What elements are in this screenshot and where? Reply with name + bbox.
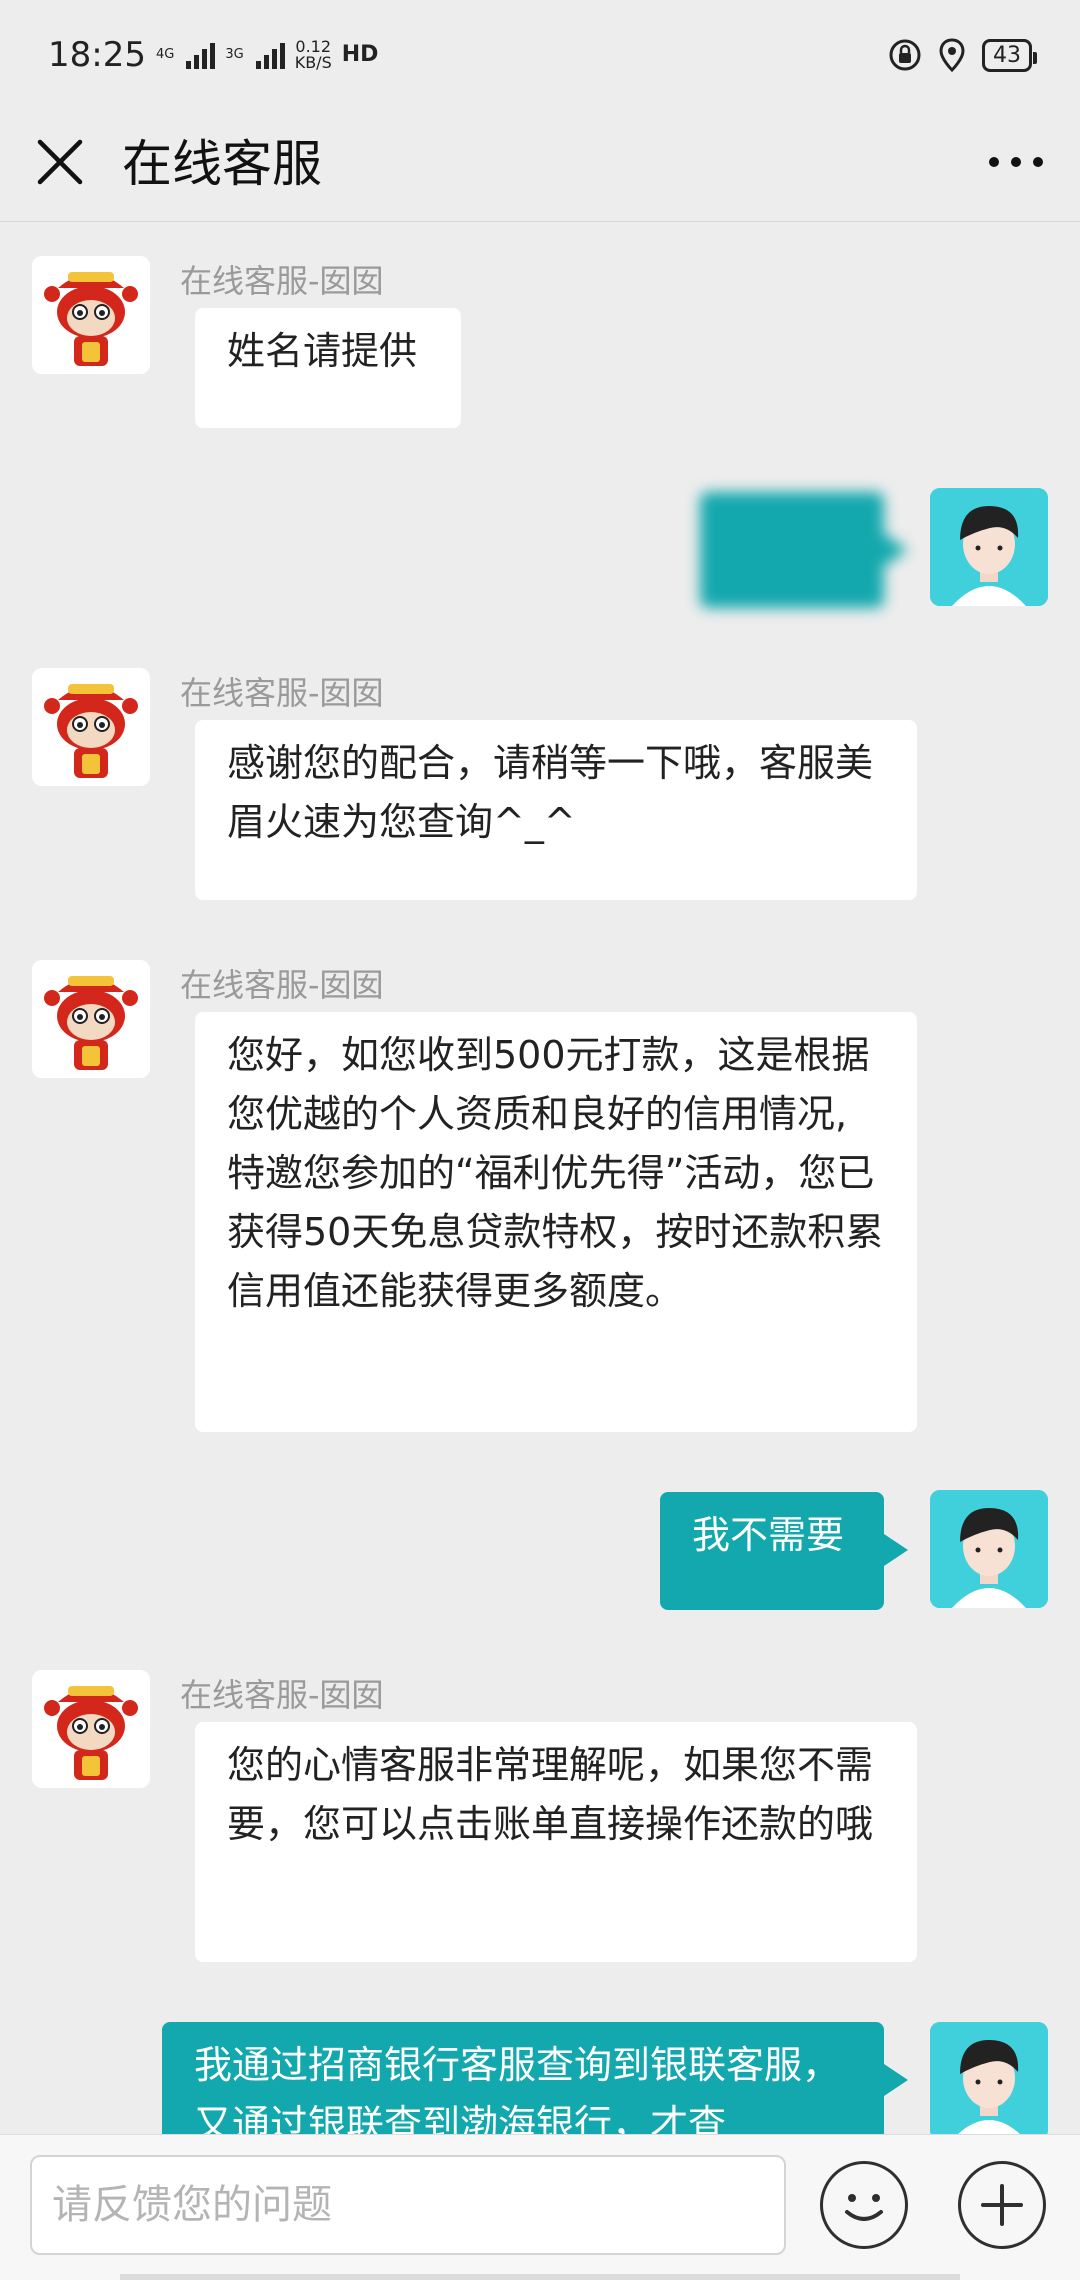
status-bar: 18:25 4G 3G 0.12 KB/S HD 43 <box>0 0 1080 110</box>
lock-rotation-icon <box>889 39 921 71</box>
user-avatar-icon <box>930 2022 1048 2134</box>
page-title: 在线客服 <box>122 135 322 193</box>
smiley-icon <box>845 2194 883 2221</box>
location-icon <box>939 38 965 72</box>
signal-icon-secondary <box>255 41 285 69</box>
network-speed-unit: KB/S <box>294 53 332 72</box>
message-user <box>0 488 1080 608</box>
agent-avatar[interactable] <box>32 668 150 786</box>
message-bubble[interactable]: 您的心情客服非常理解呢，如果您不需要，您可以点击账单直接操作还款的哦 <box>195 1722 917 1962</box>
message-bubble-redacted[interactable] <box>700 492 908 608</box>
message-bubble[interactable]: 姓名请提供 <box>195 308 461 428</box>
hd-icon: HD <box>341 42 379 67</box>
message-bubble[interactable]: 我通过招商银行客服查询到银联客服，又通过银联查到渤海银行，才查 <box>162 2022 908 2134</box>
agent-avatar[interactable] <box>32 1670 150 1788</box>
close-icon[interactable] <box>30 132 90 192</box>
user-avatar[interactable] <box>930 1490 1048 1608</box>
chat-messages[interactable]: 在线客服-囡囡 姓名请提供 在线客服-囡囡 感谢您的配合，请稍等一下哦，客服美眉… <box>0 222 1080 2134</box>
agent-mascot-icon <box>32 960 150 1078</box>
network-speed: 0.12 KB/S <box>295 39 332 71</box>
agent-mascot-icon <box>32 1670 150 1788</box>
user-avatar[interactable] <box>930 488 1048 606</box>
more-icon[interactable] <box>980 132 1052 192</box>
status-left: 18:25 4G 3G 0.12 KB/S HD <box>48 35 378 75</box>
network-type-label-secondary: 3G <box>225 47 244 62</box>
agent-avatar[interactable] <box>32 256 150 374</box>
message-agent: 在线客服-囡囡 您的心情客服非常理解呢，如果您不需要，您可以点击账单直接操作还款… <box>0 1670 1080 1962</box>
sender-name: 在线客服-囡囡 <box>180 1676 384 1714</box>
message-user: 我通过招商银行客服查询到银联客服，又通过银联查到渤海银行，才查 <box>0 2022 1080 2134</box>
battery-icon: 43 <box>982 38 1037 72</box>
message-agent: 在线客服-囡囡 姓名请提供 <box>0 256 1080 428</box>
signal-icon <box>186 41 216 69</box>
plus-icon <box>981 2184 1023 2226</box>
user-avatar-icon <box>930 1490 1048 1608</box>
keyboard-hint-strip <box>120 2274 960 2280</box>
message-user: 我不需要 <box>0 1490 1080 1610</box>
add-button[interactable] <box>958 2161 1046 2249</box>
status-right: 43 <box>888 38 1037 72</box>
emoji-button[interactable] <box>820 2161 908 2249</box>
message-bubble[interactable]: 感谢您的配合，请稍等一下哦，客服美眉火速为您查询^_^ <box>195 720 917 900</box>
sender-name: 在线客服-囡囡 <box>180 262 384 300</box>
sender-name: 在线客服-囡囡 <box>180 674 384 712</box>
message-agent: 在线客服-囡囡 感谢您的配合，请稍等一下哦，客服美眉火速为您查询^_^ <box>0 668 1080 900</box>
agent-avatar[interactable] <box>32 960 150 1078</box>
message-input[interactable] <box>30 2155 786 2255</box>
user-avatar-icon <box>930 488 1048 606</box>
network-type-label: 4G <box>155 47 175 62</box>
chat-header: 在线客服 <box>0 110 1080 222</box>
user-avatar[interactable] <box>930 2022 1048 2134</box>
message-bubble[interactable]: 我不需要 <box>660 1492 908 1610</box>
sender-name: 在线客服-囡囡 <box>180 966 384 1004</box>
status-time: 18:25 <box>48 35 146 75</box>
message-bubble[interactable]: 您好，如您收到500元打款，这是根据您优越的个人资质和良好的信用情况,特邀您参加… <box>195 1012 917 1432</box>
input-bar <box>0 2134 1080 2280</box>
agent-mascot-icon <box>32 668 150 786</box>
message-agent: 在线客服-囡囡 您好，如您收到500元打款，这是根据您优越的个人资质和良好的信用… <box>0 960 1080 1432</box>
agent-mascot-icon <box>32 256 150 374</box>
